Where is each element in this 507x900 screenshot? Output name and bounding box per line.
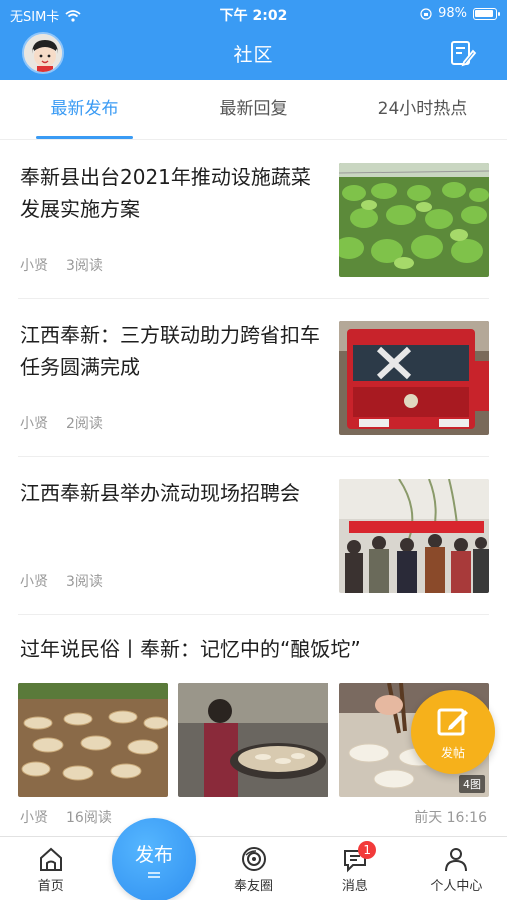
post-author: 小贤: [20, 574, 48, 590]
post-author: 小贤: [20, 258, 48, 274]
post-time: 前天 16:16: [414, 810, 487, 826]
post-title: 江西奉新县举办流动现场招聘会: [20, 481, 300, 505]
publish-line-icon: [148, 876, 160, 878]
home-icon: [39, 847, 62, 871]
nav-messages-label: 消息: [341, 879, 368, 894]
post-item[interactable]: 奉新县出台2021年推动设施蔬菜发展实施方案 小贤 3阅读: [18, 141, 489, 299]
tab-latest-posts[interactable]: 最新发布: [0, 80, 169, 139]
publish-line-icon: [148, 872, 160, 874]
create-post-label: 发帖: [440, 746, 465, 760]
bottom-nav: 首页 奉友圈 1 消息 个人中心: [0, 836, 507, 900]
post-thumbnail-job-fair: [339, 479, 489, 593]
tab-latest-replies[interactable]: 最新回复: [169, 80, 338, 139]
post-reads: 2阅读: [66, 416, 103, 432]
post-title: 奉新县出台2021年推动设施蔬菜发展实施方案: [20, 165, 311, 221]
tab-24h-hot[interactable]: 24小时热点: [338, 80, 507, 139]
post-meta: 小贤 3阅读: [20, 571, 103, 591]
battery-percent: 98%: [438, 6, 467, 21]
messages-badge: 1: [358, 841, 377, 859]
post-meta: 小贤 3阅读: [20, 255, 103, 275]
feed-tabs: 最新发布 最新回复 24小时热点: [0, 80, 507, 140]
create-post-button[interactable]: 发帖: [411, 690, 495, 774]
nav-publish-label: 发布: [134, 844, 173, 866]
person-icon: [445, 848, 468, 872]
nav-messages[interactable]: 1 消息: [304, 837, 405, 900]
nav-profile[interactable]: 个人中心: [406, 837, 507, 900]
status-bar: 无SIM卡 下午 2:02 98%: [0, 0, 507, 28]
top-bar: 无SIM卡 下午 2:02 98% 社区: [0, 0, 507, 80]
compose-button[interactable]: [447, 38, 477, 68]
post-meta: 小贤 16阅读 前天 16:16: [20, 807, 487, 827]
image-count-badge: 4图: [458, 775, 485, 793]
gallery-image: [178, 683, 329, 797]
post-item[interactable]: 江西奉新：三方联动助力跨省扣车 任务圆满完成 小贤 2阅读: [18, 299, 489, 457]
post-item[interactable]: 江西奉新县举办流动现场招聘会 小贤 3阅读: [18, 457, 489, 615]
nav-friends-circle[interactable]: 奉友圈: [203, 837, 304, 900]
nav-publish-button[interactable]: 发布: [112, 818, 196, 900]
post-reads: 16阅读: [66, 810, 112, 826]
post-author: 小贤: [20, 416, 48, 432]
nav-profile-label: 个人中心: [430, 879, 483, 894]
nav-home-label: 首页: [37, 879, 64, 894]
post-title: 过年说民俗丨奉新：记忆中的“酿饭坨”: [20, 637, 361, 661]
nav-circle-label: 奉友圈: [234, 879, 274, 894]
compose-icon: [451, 41, 477, 67]
battery-icon: [473, 7, 500, 20]
gallery-image: [18, 683, 169, 797]
orientation-lock-icon: [420, 7, 432, 20]
post-author: 小贤: [20, 810, 48, 826]
post-meta: 小贤 2阅读: [20, 413, 103, 433]
post-reads: 3阅读: [66, 258, 103, 274]
circle-icon: [241, 847, 266, 871]
nav-home[interactable]: 首页: [0, 837, 101, 900]
page-title: 社区: [233, 44, 274, 66]
post-thumbnail-vegetables: [339, 163, 489, 277]
post-reads: 3阅读: [66, 574, 103, 590]
post-thumbnail-truck: [339, 321, 489, 435]
post-title: 江西奉新：三方联动助力跨省扣车 任务圆满完成: [20, 323, 320, 379]
edit-icon: [437, 708, 468, 736]
